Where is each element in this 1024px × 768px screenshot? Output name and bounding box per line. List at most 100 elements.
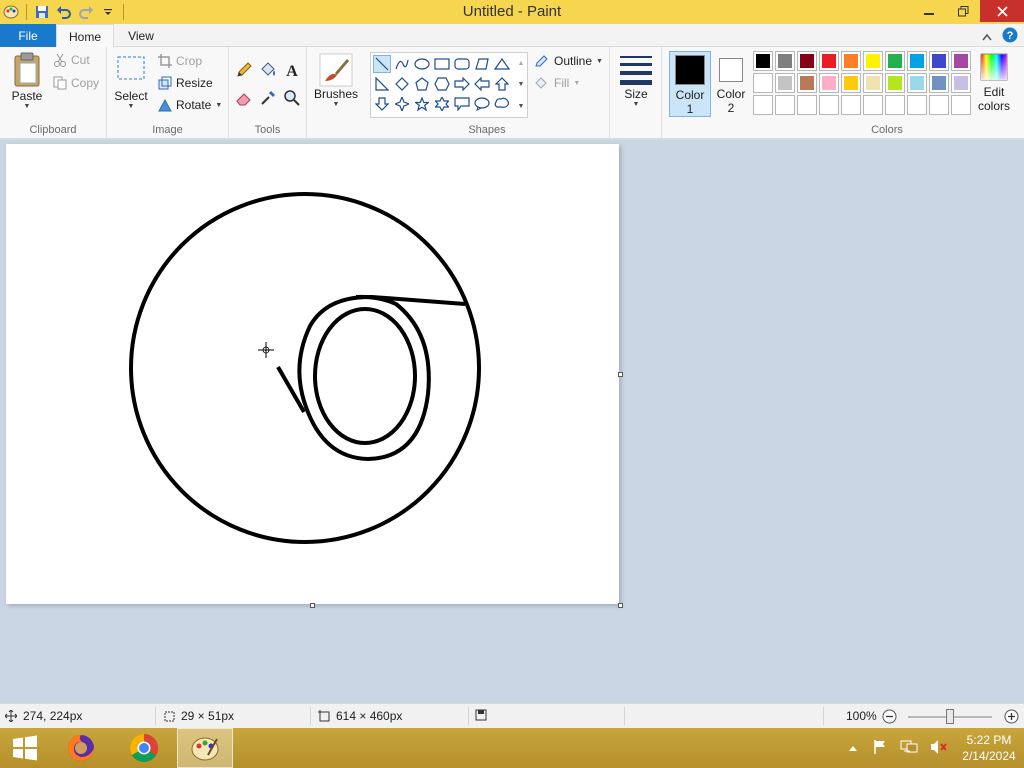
rotate-button[interactable]: Rotate ▼	[158, 98, 222, 112]
palette-swatch[interactable]	[775, 73, 795, 93]
undo-icon[interactable]	[55, 3, 73, 21]
fill-button[interactable]: Fill ▼	[534, 76, 580, 90]
crop-button[interactable]: Crop	[158, 54, 202, 68]
palette-swatch[interactable]	[775, 51, 795, 71]
right-triangle-shape-icon[interactable]	[373, 75, 391, 93]
zoom-slider-thumb[interactable]	[946, 709, 954, 724]
right-arrow-shape-icon[interactable]	[453, 75, 471, 93]
hexagon-shape-icon[interactable]	[433, 75, 451, 93]
outline-button[interactable]: Outline ▼	[534, 54, 603, 68]
six-point-star-shape-icon[interactable]	[433, 95, 451, 113]
brushes-button[interactable]: Brushes ▼	[314, 53, 358, 108]
action-center-flag-icon[interactable]	[872, 739, 888, 758]
zoom-in-button[interactable]	[1004, 709, 1019, 727]
customize-qat-icon[interactable]	[99, 3, 117, 21]
save-icon[interactable]	[33, 3, 51, 21]
eraser-icon[interactable]	[235, 89, 253, 110]
palette-swatch[interactable]	[929, 95, 949, 115]
fill-bucket-icon[interactable]	[259, 61, 277, 82]
palette-swatch[interactable]	[797, 51, 817, 71]
drawing-canvas[interactable]	[6, 144, 623, 608]
triangle-shape-icon[interactable]	[493, 55, 511, 73]
redo-icon[interactable]	[77, 3, 95, 21]
down-arrow-shape-icon[interactable]	[373, 95, 391, 113]
palette-swatch[interactable]	[863, 51, 883, 71]
palette-swatch[interactable]	[841, 51, 861, 71]
firefox-icon[interactable]	[53, 728, 109, 768]
palette-swatch[interactable]	[753, 95, 773, 115]
pentagon-shape-icon[interactable]	[413, 75, 431, 93]
tab-file[interactable]: File	[0, 24, 56, 47]
pencil-icon[interactable]	[235, 61, 253, 82]
resize-handle-bottom[interactable]	[310, 603, 315, 608]
palette-swatch[interactable]	[753, 51, 773, 71]
palette-swatch[interactable]	[951, 51, 971, 71]
paint-icon[interactable]	[177, 728, 233, 768]
windows-start-icon[interactable]	[0, 728, 50, 768]
resize-handle-corner[interactable]	[618, 603, 623, 608]
palette-swatch[interactable]	[797, 95, 817, 115]
zoom-out-button[interactable]	[882, 709, 897, 727]
magnifier-icon[interactable]	[283, 89, 301, 110]
copy-button[interactable]: Copy	[53, 76, 99, 90]
palette-swatch[interactable]	[907, 73, 927, 93]
text-icon[interactable]: A	[283, 61, 301, 82]
color-picker-icon[interactable]	[259, 89, 277, 110]
up-arrow-shape-icon[interactable]	[493, 75, 511, 93]
resize-button[interactable]: Resize	[158, 76, 213, 90]
palette-swatch[interactable]	[753, 73, 773, 93]
resize-handle-right[interactable]	[618, 372, 623, 377]
palette-swatch[interactable]	[819, 73, 839, 93]
palette-swatch[interactable]	[841, 95, 861, 115]
palette-swatch[interactable]	[907, 95, 927, 115]
diamond-shape-icon[interactable]	[393, 75, 411, 93]
close-button[interactable]	[980, 0, 1024, 22]
tab-home[interactable]: Home	[56, 24, 114, 48]
collapse-ribbon-icon[interactable]	[982, 30, 992, 44]
palette-swatch[interactable]	[863, 73, 883, 93]
paste-button[interactable]: Paste ▼	[8, 51, 46, 110]
help-icon[interactable]: ?	[1002, 27, 1018, 46]
palette-swatch[interactable]	[775, 95, 795, 115]
oval-shape-icon[interactable]	[413, 55, 431, 73]
five-point-star-shape-icon[interactable]	[413, 95, 431, 113]
network-icon[interactable]	[900, 739, 918, 758]
palette-swatch[interactable]	[885, 51, 905, 71]
rect-callout-shape-icon[interactable]	[453, 95, 471, 113]
curve-shape-icon[interactable]	[393, 55, 411, 73]
palette-swatch[interactable]	[929, 51, 949, 71]
palette-swatch[interactable]	[951, 73, 971, 93]
paint-app-icon[interactable]	[2, 3, 20, 21]
tab-view[interactable]: View	[114, 24, 168, 47]
palette-swatch[interactable]	[885, 95, 905, 115]
palette-swatch[interactable]	[929, 73, 949, 93]
chevron-up-icon[interactable]: ▲	[518, 60, 525, 67]
minimize-button[interactable]	[912, 0, 946, 22]
expand-gallery-icon[interactable]: ▼	[518, 103, 525, 110]
chrome-icon[interactable]	[116, 728, 172, 768]
four-point-star-shape-icon[interactable]	[393, 95, 411, 113]
size-button[interactable]: Size ▼	[619, 53, 653, 108]
polygon-shape-icon[interactable]	[473, 55, 491, 73]
cut-button[interactable]: Cut	[53, 53, 90, 67]
rectangle-shape-icon[interactable]	[433, 55, 451, 73]
select-button[interactable]: Select ▼	[114, 55, 148, 110]
palette-swatch[interactable]	[907, 51, 927, 71]
oval-callout-shape-icon[interactable]	[473, 95, 491, 113]
rounded-rectangle-shape-icon[interactable]	[453, 55, 471, 73]
palette-swatch[interactable]	[951, 95, 971, 115]
chevron-down-icon[interactable]: ▼	[518, 81, 525, 88]
line-shape-icon[interactable]	[373, 55, 391, 73]
show-hidden-icons-icon[interactable]	[848, 741, 858, 755]
edit-colors-button[interactable]: Edit colors	[976, 53, 1012, 113]
cloud-callout-shape-icon[interactable]	[493, 95, 511, 113]
palette-swatch[interactable]	[885, 73, 905, 93]
restore-button[interactable]	[946, 0, 980, 22]
palette-swatch[interactable]	[819, 51, 839, 71]
palette-swatch[interactable]	[841, 73, 861, 93]
palette-swatch[interactable]	[797, 73, 817, 93]
palette-swatch[interactable]	[819, 95, 839, 115]
palette-swatch[interactable]	[863, 95, 883, 115]
left-arrow-shape-icon[interactable]	[473, 75, 491, 93]
volume-muted-icon[interactable]	[930, 739, 948, 758]
